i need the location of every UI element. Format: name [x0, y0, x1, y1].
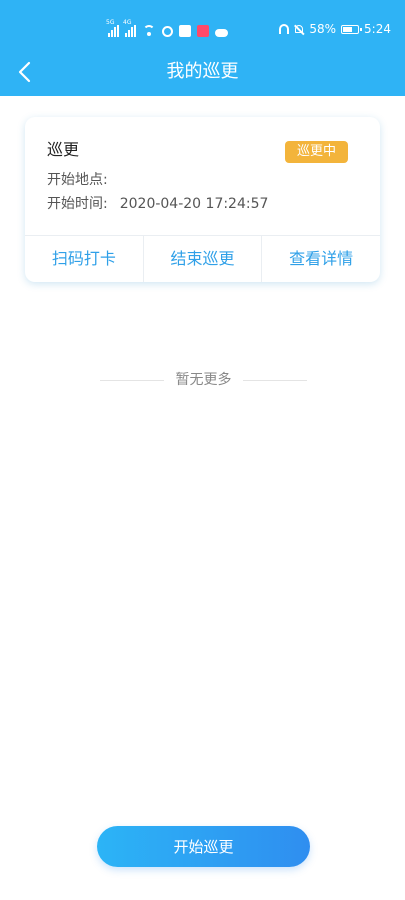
mute-bell-icon [294, 24, 304, 35]
battery-percent: 58% [309, 22, 337, 36]
start-time-label: 开始时间: [47, 196, 108, 212]
end-patrol-button[interactable]: 结束巡更 [142, 236, 262, 282]
start-time-value: 2020-04-20 17:24:57 [119, 196, 269, 212]
status-icons-right: 58% 5:24 [279, 22, 391, 36]
app-header: 我的巡更 [0, 48, 405, 96]
notification-app-icon [179, 25, 191, 37]
battery-icon [341, 24, 363, 34]
card-actions: 扫码打卡 结束巡更 查看详情 [25, 235, 380, 282]
cloud-icon [215, 29, 228, 37]
network-type-label: 5G [106, 19, 115, 26]
start-location-row: 开始地点: [47, 171, 120, 189]
status-bar: 5G 4G 58% 5:24 [0, 0, 405, 48]
start-patrol-button[interactable]: 开始巡更 [97, 826, 310, 867]
signal-icon: 4G [123, 19, 136, 37]
divider-line [100, 380, 164, 381]
view-details-button[interactable]: 查看详情 [261, 236, 380, 282]
status-icons-left: 5G 4G [106, 19, 228, 37]
divider-line [243, 380, 307, 381]
scan-checkin-button[interactable]: 扫码打卡 [25, 236, 143, 282]
page-title: 我的巡更 [166, 61, 239, 82]
notification-app-icon [162, 26, 173, 37]
list-end-divider: 暂无更多 [0, 370, 405, 390]
no-more-text: 暂无更多 [175, 372, 232, 388]
start-time-row: 开始时间: 2020-04-20 17:24:57 [47, 195, 268, 213]
notification-app-icon [197, 25, 209, 37]
patrol-title: 巡更 [47, 140, 80, 159]
network-type-label: 4G [123, 19, 132, 26]
clock: 5:24 [364, 22, 391, 36]
start-location-label: 开始地点: [47, 172, 108, 188]
status-badge: 巡更中 [285, 141, 348, 163]
signal-icon: 5G [106, 19, 119, 37]
wifi-icon [142, 25, 156, 37]
patrol-card: 巡更 巡更中 开始地点: 开始时间: 2020-04-20 17:24:57 扫码… [25, 117, 380, 282]
headphones-icon [279, 24, 290, 34]
